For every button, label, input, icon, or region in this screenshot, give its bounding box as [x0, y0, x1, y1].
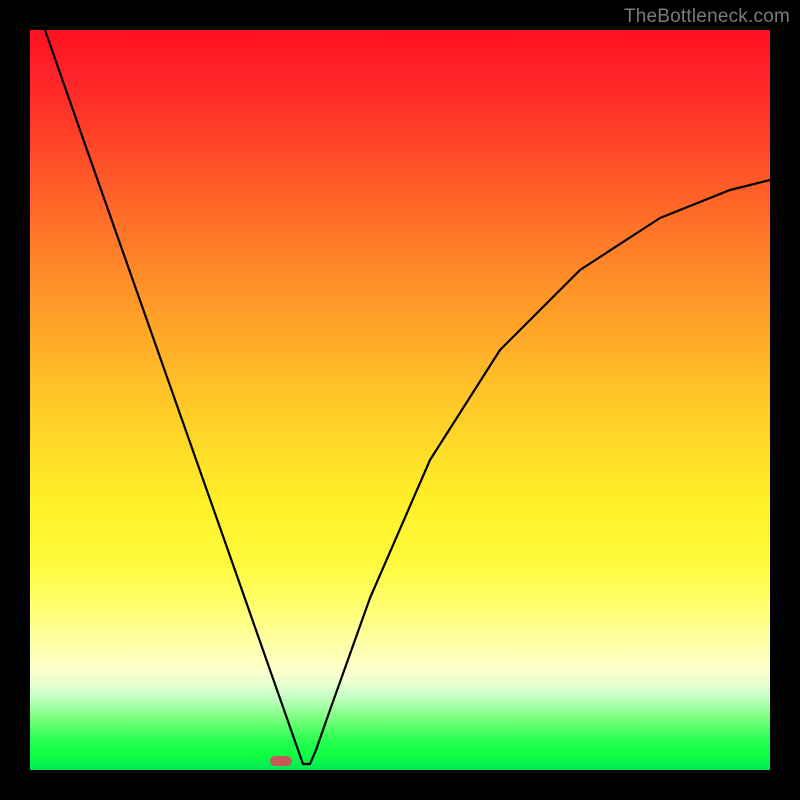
optimal-point-marker [270, 756, 292, 766]
bottleneck-curve [30, 30, 770, 770]
curve-path [45, 30, 770, 764]
watermark-text: TheBottleneck.com [624, 6, 790, 28]
